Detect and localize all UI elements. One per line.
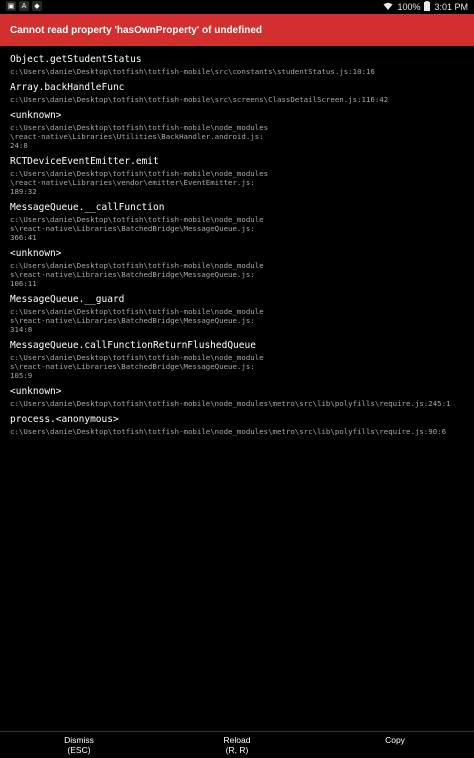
notification-icon: ▣	[6, 1, 16, 11]
clock: 3:01 PM	[434, 2, 468, 12]
stack-frame[interactable]: process.<anonymous> c:\Users\danie\Deskt…	[0, 414, 474, 436]
dismiss-shortcut: (ESC)	[67, 745, 91, 755]
frame-file: c:\Users\danie\Desktop\totfish\totfish-m…	[10, 307, 264, 334]
alert-icon: A	[19, 1, 29, 11]
frame-file: c:\Users\danie\Desktop\totfish\totfish-m…	[10, 353, 264, 380]
status-right: 100% 3:01 PM	[383, 1, 468, 13]
frame-file: c:\Users\danie\Desktop\totfish\totfish-m…	[10, 95, 389, 104]
frame-method: MessageQueue.__guard	[10, 294, 125, 305]
status-bar: ▣ A ◆ 100% 3:01 PM	[0, 0, 474, 14]
frame-file: c:\Users\danie\Desktop\totfish\totfish-m…	[10, 215, 264, 242]
status-left-icons: ▣ A ◆	[6, 1, 42, 11]
stack-frame[interactable]: Array.backHandleFunc c:\Users\danie\Desk…	[0, 82, 474, 104]
wifi-icon	[383, 2, 393, 13]
reload-label: Reload	[223, 735, 251, 745]
copy-label: Copy	[385, 735, 405, 745]
frame-file: c:\Users\danie\Desktop\totfish\totfish-m…	[10, 67, 375, 76]
battery-icon	[424, 1, 431, 13]
frame-method: <unknown>	[10, 248, 62, 259]
frame-file: c:\Users\danie\Desktop\totfish\totfish-m…	[10, 427, 447, 436]
reload-shortcut: (R, R)	[225, 745, 249, 755]
stack-frame[interactable]: <unknown> c:\Users\danie\Desktop\totfish…	[0, 386, 474, 408]
frame-file: c:\Users\danie\Desktop\totfish\totfish-m…	[10, 399, 451, 408]
stack-frame[interactable]: MessageQueue.__callFunction c:\Users\dan…	[0, 202, 474, 242]
stack-frame[interactable]: MessageQueue.__guard c:\Users\danie\Desk…	[0, 294, 474, 334]
frame-method: MessageQueue.__callFunction	[10, 202, 165, 213]
stack-frame[interactable]: RCTDeviceEventEmitter.emit c:\Users\dani…	[0, 156, 474, 196]
stack-trace[interactable]: Object.getStudentStatus c:\Users\danie\D…	[0, 46, 474, 732]
battery-percent: 100%	[397, 2, 421, 12]
app-icon: ◆	[32, 1, 42, 11]
reload-button[interactable]: Reload (R, R)	[158, 732, 316, 758]
frame-method: Array.backHandleFunc	[10, 82, 125, 93]
action-bar: Dismiss (ESC) Reload (R, R) Copy	[0, 731, 474, 758]
stack-frame[interactable]: Object.getStudentStatus c:\Users\danie\D…	[0, 54, 474, 76]
frame-method: Object.getStudentStatus	[10, 54, 142, 65]
error-title: Cannot read property 'hasOwnProperty' of…	[10, 24, 263, 36]
stack-frame[interactable]: <unknown> c:\Users\danie\Desktop\totfish…	[0, 110, 474, 150]
frame-method: MessageQueue.callFunctionReturnFlushedQu…	[10, 340, 256, 351]
dismiss-button[interactable]: Dismiss (ESC)	[0, 732, 158, 758]
frame-method: <unknown>	[10, 386, 62, 397]
frame-method: process.<anonymous>	[10, 414, 119, 425]
frame-file: c:\Users\danie\Desktop\totfish\totfish-m…	[10, 123, 269, 150]
stack-frame[interactable]: <unknown> c:\Users\danie\Desktop\totfish…	[0, 248, 474, 288]
frame-method: RCTDeviceEventEmitter.emit	[10, 156, 159, 167]
frame-file: c:\Users\danie\Desktop\totfish\totfish-m…	[10, 261, 264, 288]
frame-method: <unknown>	[10, 110, 62, 121]
dismiss-label: Dismiss	[64, 735, 94, 745]
frame-file: c:\Users\danie\Desktop\totfish\totfish-m…	[10, 169, 269, 196]
error-header: Cannot read property 'hasOwnProperty' of…	[0, 14, 474, 46]
copy-button[interactable]: Copy	[316, 732, 474, 758]
stack-frame[interactable]: MessageQueue.callFunctionReturnFlushedQu…	[0, 340, 474, 380]
